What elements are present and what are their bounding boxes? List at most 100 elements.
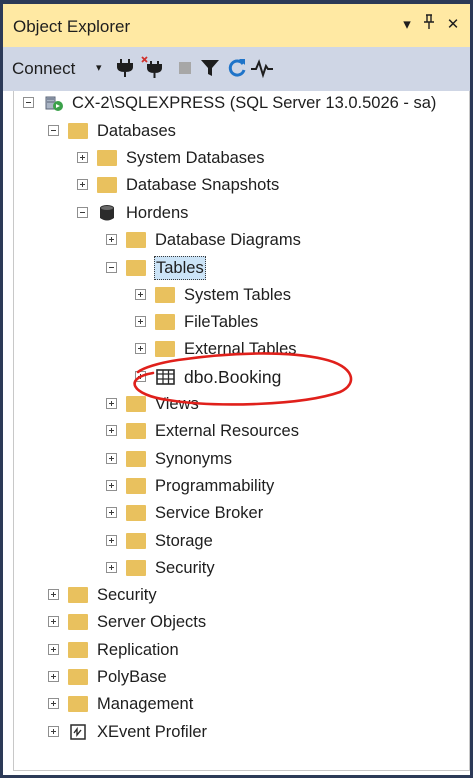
folder-icon: [126, 504, 148, 522]
expand-toggle[interactable]: [48, 726, 59, 737]
collapse-toggle[interactable]: [23, 97, 34, 108]
expand-toggle[interactable]: [77, 179, 88, 190]
folder-icon: [126, 532, 148, 550]
expand-toggle[interactable]: [48, 589, 59, 600]
close-icon[interactable]: ✕: [443, 14, 463, 36]
folder-icon: [68, 641, 90, 659]
database-snapshots-label: Database Snapshots: [126, 175, 280, 194]
tree-node-database-diagrams[interactable]: Database Diagrams: [106, 226, 301, 253]
activity-monitor-icon[interactable]: [250, 56, 274, 80]
synonyms-label: Synonyms: [155, 449, 233, 468]
folder-icon: [126, 450, 148, 468]
filter-icon[interactable]: [198, 56, 222, 80]
tree-node-polybase[interactable]: PolyBase: [48, 663, 167, 690]
expand-toggle[interactable]: [106, 453, 117, 464]
tree-node-xevent-profiler[interactable]: XEvent Profiler: [48, 718, 207, 745]
system-tables-label: System Tables: [184, 285, 291, 304]
tree-node-management[interactable]: Management: [48, 690, 193, 717]
panel-title: Object Explorer: [13, 17, 131, 36]
expand-toggle[interactable]: [106, 425, 117, 436]
folder-icon: [126, 259, 148, 277]
folder-icon: [97, 176, 119, 194]
tree-node-server-objects[interactable]: Server Objects: [48, 608, 206, 635]
connect-button[interactable]: Connect: [12, 59, 75, 79]
server-objects-label: Server Objects: [97, 612, 207, 631]
stop-icon[interactable]: [173, 56, 197, 80]
expand-toggle[interactable]: [48, 671, 59, 682]
connect-plug-icon[interactable]: [113, 56, 137, 80]
expand-toggle[interactable]: [106, 562, 117, 573]
storage-label: Storage: [155, 531, 213, 550]
tree-node-databases[interactable]: Databases: [48, 117, 176, 144]
external-resources-label: External Resources: [155, 421, 299, 440]
tree-node-tables[interactable]: Tables: [106, 254, 206, 281]
disconnect-plug-icon[interactable]: [141, 56, 165, 80]
database-diagrams-label: Database Diagrams: [155, 230, 301, 249]
expand-toggle[interactable]: [48, 698, 59, 709]
tree-node-dbo-booking[interactable]: dbo.Booking: [135, 363, 281, 390]
folder-icon: [68, 586, 90, 604]
external-tables-label: External Tables: [184, 339, 297, 358]
hordens-label: Hordens: [126, 203, 189, 222]
expand-toggle[interactable]: [48, 616, 59, 627]
expand-toggle[interactable]: [135, 316, 146, 327]
tree-node-external-tables[interactable]: External Tables: [135, 335, 297, 362]
database-icon: [100, 204, 114, 220]
expand-toggle[interactable]: [106, 507, 117, 518]
folder-icon: [97, 149, 119, 167]
expand-toggle[interactable]: [77, 152, 88, 163]
tree-node-database-snapshots[interactable]: Database Snapshots: [77, 171, 279, 198]
table-icon: [156, 368, 175, 385]
databases-label: Databases: [97, 121, 176, 140]
folder-icon: [155, 340, 177, 358]
db-security-label: Security: [155, 558, 215, 577]
refresh-icon[interactable]: [225, 56, 249, 80]
connect-dropdown-icon[interactable]: ▾: [96, 61, 102, 74]
tree-node-programmability[interactable]: Programmability: [106, 472, 274, 499]
replication-label: Replication: [97, 640, 179, 659]
tree-node-server[interactable]: CX-2\SQLEXPRESS (SQL Server 13.0.5026 - …: [23, 89, 436, 116]
tree-node-service-broker[interactable]: Service Broker: [106, 499, 263, 526]
folder-icon: [126, 422, 148, 440]
folder-icon: [68, 613, 90, 631]
tree-node-storage[interactable]: Storage: [106, 527, 213, 554]
file-tables-label: FileTables: [184, 312, 259, 331]
folder-icon: [126, 559, 148, 577]
expand-toggle[interactable]: [106, 535, 117, 546]
xevent-profiler-label: XEvent Profiler: [97, 722, 208, 741]
folder-icon: [126, 231, 148, 249]
tree-node-security[interactable]: Security: [48, 581, 157, 608]
expand-toggle[interactable]: [135, 371, 146, 382]
object-explorer-panel: Object Explorer ▾ ✕ Connect ▾ CX-2\SQLEX…: [0, 0, 473, 778]
expand-toggle[interactable]: [48, 644, 59, 655]
explorer-toolbar: Connect ▾: [3, 47, 470, 91]
service-broker-label: Service Broker: [155, 503, 264, 522]
window-position-dropdown-icon[interactable]: ▾: [397, 14, 417, 36]
system-databases-label: System Databases: [126, 148, 265, 167]
expand-toggle[interactable]: [106, 398, 117, 409]
tree-node-views[interactable]: Views: [106, 390, 199, 417]
security-label: Security: [97, 585, 157, 604]
tree-node-hordens[interactable]: Hordens: [77, 199, 188, 226]
tree-node-system-tables[interactable]: System Tables: [135, 281, 291, 308]
management-label: Management: [97, 694, 194, 713]
folder-icon: [68, 668, 90, 686]
expand-toggle[interactable]: [135, 289, 146, 300]
collapse-toggle[interactable]: [48, 125, 59, 136]
tree-node-synonyms[interactable]: Synonyms: [106, 445, 232, 472]
folder-icon: [155, 313, 177, 331]
server-label: CX-2\SQLEXPRESS (SQL Server 13.0.5026 - …: [72, 93, 437, 112]
collapse-toggle[interactable]: [77, 207, 88, 218]
tree-node-db-security[interactable]: Security: [106, 554, 215, 581]
tree-node-external-resources[interactable]: External Resources: [106, 417, 299, 444]
panel-title-bar: Object Explorer ▾ ✕: [3, 0, 470, 47]
dbo-booking-label: dbo.Booking: [184, 366, 282, 387]
expand-toggle[interactable]: [106, 234, 117, 245]
expand-toggle[interactable]: [135, 343, 146, 354]
tree-node-replication[interactable]: Replication: [48, 636, 179, 663]
collapse-toggle[interactable]: [106, 262, 117, 273]
expand-toggle[interactable]: [106, 480, 117, 491]
tree-node-system-databases[interactable]: System Databases: [77, 144, 264, 171]
tree-node-file-tables[interactable]: FileTables: [135, 308, 258, 335]
pin-icon[interactable]: [419, 14, 439, 36]
